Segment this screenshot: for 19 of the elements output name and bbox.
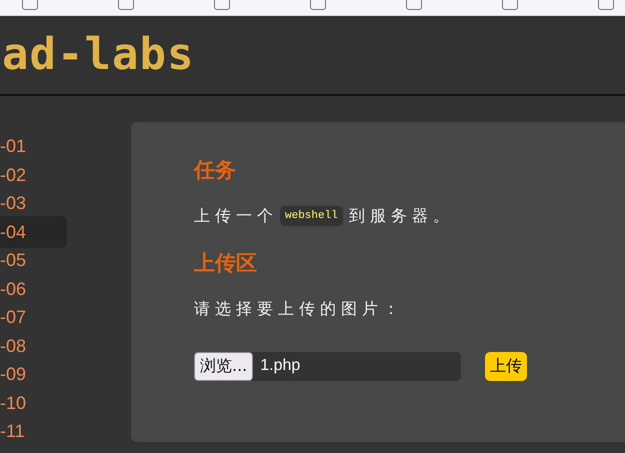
bookmark-icon[interactable]: [118, 0, 134, 10]
bookmark-icon[interactable]: [22, 0, 38, 10]
upload-button[interactable]: 上传: [485, 352, 527, 380]
task-text: 上传一个: [194, 206, 278, 226]
section-heading: 上传区: [194, 250, 258, 276]
bookmark-icon[interactable]: [406, 0, 422, 10]
sidebar-item[interactable]: -04: [0, 216, 67, 248]
file-input-field[interactable]: 浏览... 1.php: [194, 352, 461, 380]
upload-prompt: 请选择要上传的图片：: [194, 298, 405, 320]
code-snippet: webshell: [280, 206, 343, 226]
task-text: 到服务器。: [348, 206, 454, 226]
bookmark-icon[interactable]: [502, 0, 518, 10]
bookmark-icon[interactable]: [310, 0, 326, 10]
browse-button[interactable]: 浏览...: [194, 352, 254, 380]
logo: ad-labs: [2, 29, 194, 80]
bookmark-icon[interactable]: [214, 0, 230, 10]
section-heading: 任务: [194, 156, 237, 184]
bookmark-icon[interactable]: [598, 0, 614, 10]
file-name: 1.php: [260, 357, 300, 375]
